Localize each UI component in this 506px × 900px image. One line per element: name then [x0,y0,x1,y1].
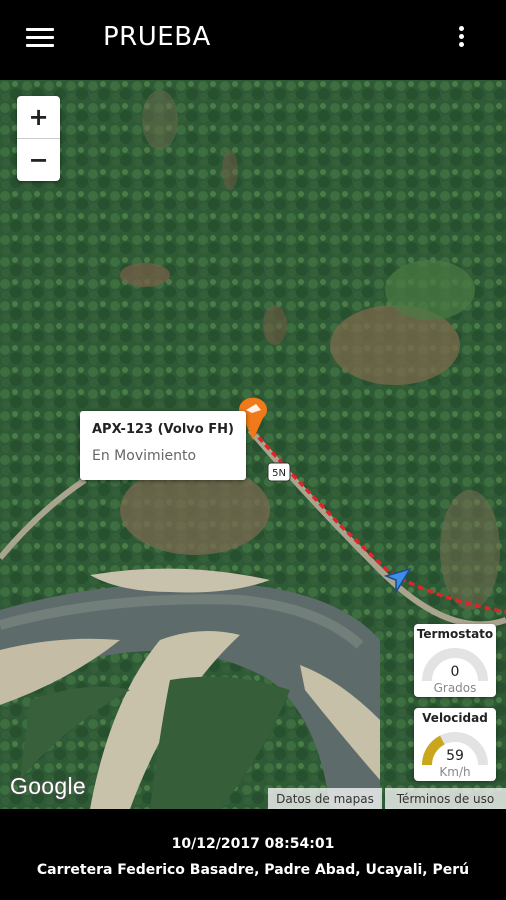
hamburger-menu-icon[interactable] [22,26,58,54]
road-shield: 5N [267,462,291,482]
speed-title: Velocidad [422,711,488,725]
zoom-in-button[interactable]: + [17,96,60,138]
svg-text:5N: 5N [272,468,286,479]
terms-of-use-link[interactable]: Términos de uso [385,788,506,809]
speed-value: 59 [446,748,464,764]
vehicle-status: En Movimiento [92,448,197,464]
page-title: PRUEBA [103,22,211,52]
vehicle-info-window[interactable]: APX-123 (Volvo FH) En Movimiento [80,411,246,480]
thermostat-title: Termostato [416,627,494,641]
location-footer: 10/12/2017 08:54:01 Carretera Federico B… [0,809,506,900]
map-data-link[interactable]: Datos de mapas [268,788,382,809]
satellite-imagery: 5N [0,80,506,809]
speed-unit: Km/h [439,765,471,779]
thermostat-value: 0 [450,664,460,680]
more-vert-icon[interactable] [448,24,474,56]
vehicle-name: APX-123 (Volvo FH) [92,422,234,437]
thermostat-gauge[interactable]: Termostato 0 Grados [414,624,496,697]
zoom-out-button[interactable]: − [17,139,60,181]
zoom-control: + − [17,96,60,181]
map-view[interactable]: 5N + − APX-123 (Volvo FH) En Movimiento … [0,80,506,809]
google-logo: Google [10,773,86,799]
address: Carretera Federico Basadre, Padre Abad, … [36,862,470,878]
speed-gauge[interactable]: Velocidad 59 Km/h [414,708,496,781]
app-bar: PRUEBA [0,0,506,80]
timestamp: 10/12/2017 08:54:01 [171,836,335,852]
thermostat-unit: Grados [433,681,477,695]
